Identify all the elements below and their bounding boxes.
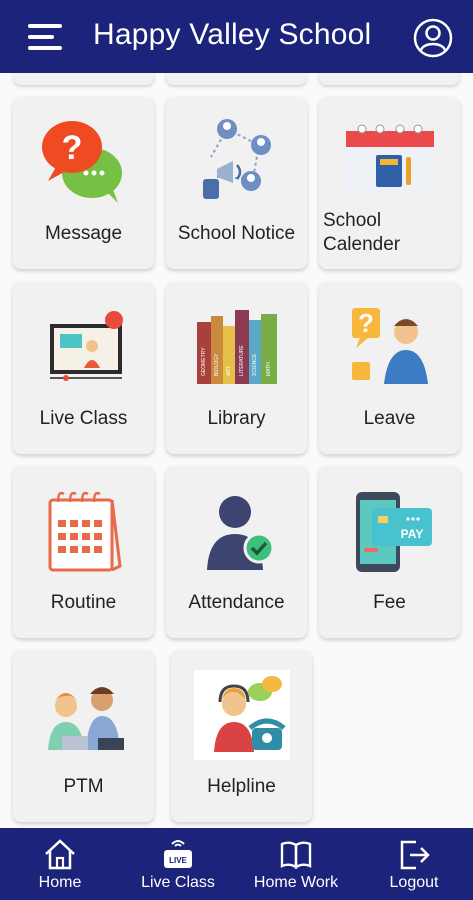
- tile-label: Attendance: [188, 592, 285, 613]
- tile-label: Leave: [363, 408, 416, 429]
- book-spine-label: SCIENCE: [252, 353, 258, 376]
- chat-bubbles-icon: ?: [41, 121, 122, 203]
- tile-label: Live Class: [39, 408, 128, 429]
- tile-label: PTM: [63, 776, 104, 797]
- home-icon: [45, 839, 75, 870]
- app-title: Happy Valley School: [93, 18, 372, 51]
- nav-label: Home Work: [253, 874, 339, 891]
- tile-label: Helpline: [207, 776, 276, 797]
- live-tv-icon: LIVE: [164, 840, 192, 868]
- announcement-network-icon: [202, 119, 271, 199]
- nav-home[interactable]: Home: [20, 828, 100, 900]
- partial-tile[interactable]: [319, 73, 460, 85]
- tile-live-class[interactable]: Live Class: [13, 282, 154, 454]
- user-check-icon: [206, 496, 274, 570]
- tile-label: School Calender: [323, 210, 401, 255]
- partial-tile[interactable]: [13, 73, 154, 85]
- app-header: Happy Valley School: [0, 0, 473, 73]
- tile-school-calender[interactable]: School Calender: [319, 97, 460, 269]
- nav-label: Live Class: [141, 874, 215, 891]
- helpline-support-icon: [193, 670, 290, 760]
- phone-pay-icon: PAY: [355, 492, 432, 572]
- nav-live-class[interactable]: LIVE Live Class: [132, 828, 224, 900]
- tile-routine[interactable]: Routine: [13, 466, 154, 638]
- tile-label: Message: [44, 223, 123, 244]
- tile-helpline[interactable]: Helpline: [171, 650, 312, 822]
- parent-teacher-meeting-icon: [47, 687, 124, 750]
- book-spine-label: BIOLOGY: [214, 353, 220, 376]
- book-spine-label: GEOMETRY: [201, 347, 207, 376]
- nav-logout[interactable]: Logout: [378, 828, 450, 900]
- partial-tile[interactable]: [166, 73, 307, 85]
- tile-message[interactable]: ? Message: [13, 97, 154, 269]
- tile-label: Routine: [50, 592, 117, 613]
- tile-ptm[interactable]: PTM: [13, 650, 154, 822]
- routine-calendar-icon: [48, 491, 122, 572]
- feature-grid: ? Message School Notice School Calender …: [0, 73, 473, 828]
- tile-leave[interactable]: ? Leave: [319, 282, 460, 454]
- books-icon: GEOMETRY BIOLOGY ART LITERATURE SCIENCE …: [196, 310, 277, 384]
- logout-icon: [400, 840, 430, 870]
- live-badge: LIVE: [169, 856, 187, 865]
- book-spine-label: ART: [226, 366, 232, 376]
- tile-label: Fee: [373, 592, 406, 613]
- open-book-icon: [280, 841, 312, 870]
- video-lesson-icon: [49, 311, 123, 381]
- nav-label: Home: [38, 874, 82, 891]
- tile-label: School Notice: [177, 223, 296, 244]
- tile-label: Library: [207, 408, 266, 429]
- book-spine-label: MATH: [266, 362, 272, 376]
- tile-fee[interactable]: PAY Fee: [319, 466, 460, 638]
- svg-text:?: ?: [358, 308, 374, 338]
- pay-text: PAY: [400, 527, 423, 541]
- hamburger-menu-icon[interactable]: [28, 22, 64, 52]
- nav-label: Logout: [389, 874, 439, 891]
- svg-text:?: ?: [61, 129, 82, 167]
- nav-home-work[interactable]: Home Work: [248, 828, 344, 900]
- tile-attendance[interactable]: Attendance: [166, 466, 307, 638]
- person-question-icon: ?: [351, 308, 428, 384]
- calendar-book-icon: [345, 124, 434, 197]
- tile-library[interactable]: GEOMETRY BIOLOGY ART LITERATURE SCIENCE …: [166, 282, 307, 454]
- user-circle-icon[interactable]: [413, 18, 453, 58]
- bottom-navigation: Home LIVE Live Class Home Work Logout: [0, 828, 473, 900]
- book-spine-label: LITERATURE: [239, 345, 245, 376]
- tile-school-notice[interactable]: School Notice: [166, 97, 307, 269]
